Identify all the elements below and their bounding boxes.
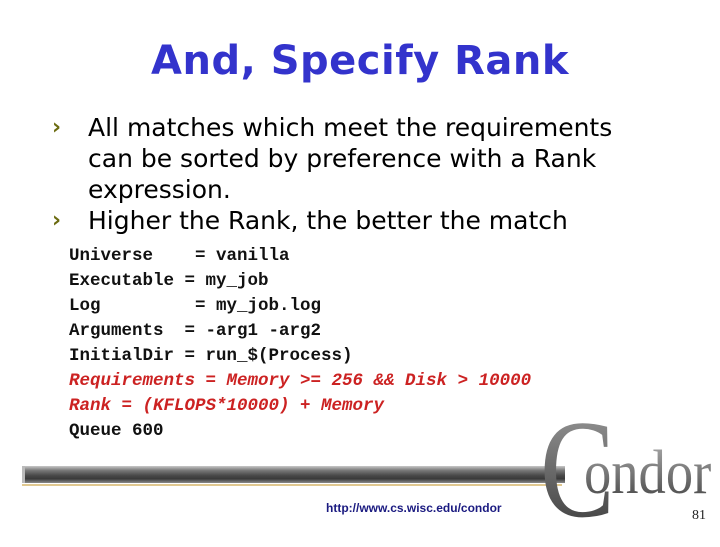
code-line-requirements: Requirements = Memory >= 256 && Disk > 1… <box>69 371 532 391</box>
bullet-text-line: All matches which meet the requirements <box>88 113 613 142</box>
bullet-text-line: expression. <box>88 175 231 204</box>
code-line: Queue 600 <box>69 421 164 441</box>
submit-file-code: Universe = vanilla Executable = my_job L… <box>69 244 531 444</box>
page-number: 81 <box>692 508 706 523</box>
slide-title: And, Specify Rank <box>151 38 569 84</box>
code-line: Executable = my_job <box>69 271 269 291</box>
footer-url: http://www.cs.wisc.edu/condor <box>326 501 502 515</box>
chevron-right-icon: › <box>52 208 62 233</box>
code-line: Log = my_job.log <box>69 296 322 316</box>
bullet-text-line: Higher the Rank, the better the match <box>88 206 568 235</box>
logo-text: ondor <box>584 439 712 507</box>
code-line-rank: Rank = (KFLOPS*10000) + Memory <box>69 396 385 416</box>
code-line: Universe = vanilla <box>69 246 290 266</box>
chevron-right-icon: › <box>52 115 62 140</box>
bullet-item: › Higher the Rank, the better the match <box>52 205 692 236</box>
code-line: InitialDir = run_$(Process) <box>69 346 353 366</box>
footer-divider-underline <box>22 484 562 486</box>
bullet-item: › All matches which meet the requirement… <box>52 112 692 205</box>
footer-divider-bar <box>22 466 565 483</box>
bullet-list: › All matches which meet the requirement… <box>52 112 692 236</box>
bullet-text-line: can be sorted by preference with a Rank <box>88 144 597 173</box>
condor-logo: C ondor <box>540 400 712 540</box>
code-line: Arguments = -arg1 -arg2 <box>69 321 322 341</box>
